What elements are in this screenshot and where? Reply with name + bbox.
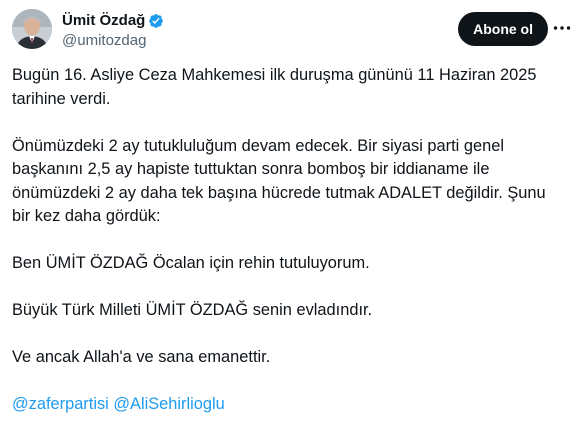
tweet-paragraph: Ve ancak Allah'a ve sana emanettir. [12, 348, 271, 366]
avatar-image [12, 9, 52, 49]
more-dots-icon[interactable] [552, 18, 572, 38]
tweet-header: Ümit Özdağ @umitozdag Abone ol [12, 9, 572, 53]
verified-badge-icon [147, 12, 165, 30]
tweet-paragraph: Büyük Türk Milleti ÜMİT ÖZDAĞ senin evla… [12, 301, 373, 319]
user-handle[interactable]: @umitozdag [62, 31, 165, 51]
avatar[interactable] [12, 9, 52, 49]
author-info: Ümit Özdağ @umitozdag [62, 12, 165, 51]
mentions-line: @zaferpartisi @AliSehirlioglu [12, 393, 560, 417]
mention-link[interactable]: @zaferpartisi [12, 395, 109, 413]
name-row: Ümit Özdağ [62, 12, 165, 30]
mention-link[interactable]: @AliSehirlioglu [113, 395, 224, 413]
tweet-card: Ümit Özdağ @umitozdag Abone ol Bugün 16.… [0, 0, 584, 431]
tweet-text: Bugün 16. Asliye Ceza Mahkemesi ilk duru… [12, 64, 560, 417]
display-name[interactable]: Ümit Özdağ [62, 12, 145, 30]
tweet-paragraph: Bugün 16. Asliye Ceza Mahkemesi ilk duru… [12, 66, 537, 108]
follow-button[interactable]: Abone ol [458, 12, 548, 46]
tweet-paragraph: Ben ÜMİT ÖZDAĞ Öcalan için rehin tutuluy… [12, 254, 370, 272]
tweet-paragraph: Önümüzdeki 2 ay tutukluluğum devam edece… [12, 136, 546, 226]
